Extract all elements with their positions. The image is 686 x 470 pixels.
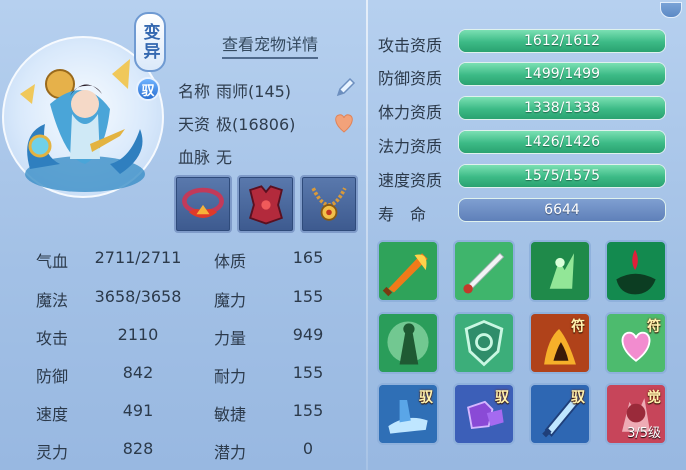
rider-tag[interactable]: 驭: [136, 77, 160, 101]
skill-slot-3[interactable]: [529, 240, 591, 302]
aptitude-bar-mana: 1426/1426: [458, 130, 666, 154]
skill-slot-12[interactable]: 觉 3/5级: [605, 383, 667, 445]
lifespan-bar: 6644: [458, 198, 666, 222]
stat-label-attack: 攻击: [36, 329, 69, 348]
skill-level: 3/5级: [627, 426, 661, 441]
skill-slot-8[interactable]: 符: [605, 312, 667, 374]
flame-sword-icon: [379, 242, 437, 300]
talent-label: 天资: [178, 115, 211, 134]
stat-value-endurance: 155: [292, 363, 324, 382]
skill-slot-10[interactable]: 驭: [453, 383, 515, 445]
aptitude-label-attack: 攻击资质: [378, 36, 443, 55]
stat-value-defense: 842: [122, 363, 154, 382]
stat-value-strength: 949: [292, 325, 324, 344]
name-row: 名称 雨师(145): [178, 78, 291, 102]
pencil-icon[interactable]: [334, 75, 358, 99]
lifespan-value: 6644: [544, 202, 580, 218]
equipment-slot-necklace[interactable]: [300, 175, 358, 233]
skill-slot-4[interactable]: [605, 240, 667, 302]
stat-value-agility: 155: [292, 401, 324, 420]
skill-slot-2[interactable]: [453, 240, 515, 302]
stat-label-potential: 潜力: [214, 443, 247, 462]
stat-label-magic: 魔力: [214, 291, 247, 310]
aptitude-bar-stamina: 1338/1338: [458, 96, 666, 120]
aptitude-value-stamina: 1338/1338: [524, 100, 600, 116]
stat-label-endurance: 耐力: [214, 367, 247, 386]
stat-label-strength: 力量: [214, 329, 247, 348]
aptitude-value-speed: 1575/1575: [524, 168, 600, 184]
aptitude-bar-speed: 1575/1575: [458, 164, 666, 188]
skill-badge: 符: [571, 319, 585, 335]
aptitude-label-mana: 法力资质: [378, 137, 443, 156]
talent-row: 天资 极(16806): [178, 111, 295, 135]
green-warrior-icon: [379, 314, 437, 372]
skill-slot-11[interactable]: 驭: [529, 383, 591, 445]
skill-slot-5[interactable]: [377, 312, 439, 374]
stat-label-agility: 敏捷: [214, 405, 247, 424]
stat-value-hp: 2711/2711: [94, 248, 182, 267]
aptitude-value-defense: 1499/1499: [524, 66, 600, 82]
stat-value-potential: 0: [302, 439, 314, 458]
stat-label-mp: 魔法: [36, 291, 69, 310]
stat-value-magic: 155: [292, 287, 324, 306]
stat-value-attack: 2110: [117, 325, 159, 344]
stat-label-speed: 速度: [36, 405, 69, 424]
name-value: 雨师(145): [216, 82, 292, 101]
aptitude-bar-attack: 1612/1612: [458, 29, 666, 53]
aptitude-value-mana: 1426/1426: [524, 134, 600, 150]
view-pet-details-link[interactable]: 查看宠物详情: [222, 31, 319, 59]
equipment-slot-collar[interactable]: [174, 175, 232, 233]
aptitude-label-stamina: 体力资质: [378, 103, 443, 122]
stat-label-defense: 防御: [36, 367, 69, 386]
name-label: 名称: [178, 82, 211, 101]
white-blade-icon: [455, 242, 513, 300]
skill-badge: 觉: [647, 390, 661, 406]
gold-necklace-icon: [311, 187, 347, 221]
stat-value-spirit: 828: [122, 439, 154, 458]
aptitude-label-speed: 速度资质: [378, 171, 443, 190]
skill-slot-1[interactable]: [377, 240, 439, 302]
bloodline-value: 无: [216, 148, 233, 167]
stat-label-constitution: 体质: [214, 252, 247, 271]
column-divider: [366, 0, 368, 470]
heart-icon[interactable]: [332, 112, 356, 134]
equipment-slot-armor[interactable]: [237, 175, 295, 233]
bloodline-row: 血脉 无: [178, 144, 232, 168]
stat-value-mp: 3658/3658: [94, 287, 182, 306]
aptitude-value-attack: 1612/1612: [524, 33, 600, 49]
green-spirit-icon: [531, 242, 589, 300]
stat-label-hp: 气血: [36, 252, 69, 271]
skill-badge: 驭: [571, 390, 585, 406]
red-armor-icon: [249, 185, 283, 225]
skill-slot-9[interactable]: 驭: [377, 383, 439, 445]
skill-slot-7[interactable]: 符: [529, 312, 591, 374]
red-collar-icon: [182, 187, 224, 218]
skill-badge: 驭: [419, 390, 433, 406]
lifespan-label: 寿 命: [378, 205, 427, 224]
skill-badge: 符: [647, 319, 661, 335]
talent-value: 极(16806): [216, 115, 296, 134]
stat-value-speed: 491: [122, 401, 154, 420]
aptitude-label-defense: 防御资质: [378, 69, 443, 88]
bloodline-label: 血脉: [178, 148, 211, 167]
blood-shadow-icon: [607, 242, 665, 300]
skill-badge: 驭: [495, 390, 509, 406]
skill-slot-6[interactable]: [453, 312, 515, 374]
mutation-tag: 变异: [134, 12, 166, 72]
aptitude-bar-defense: 1499/1499: [458, 62, 666, 86]
stat-label-spirit: 灵力: [36, 443, 69, 462]
stat-value-constitution: 165: [292, 248, 324, 267]
shield-rune-icon: [455, 314, 513, 372]
